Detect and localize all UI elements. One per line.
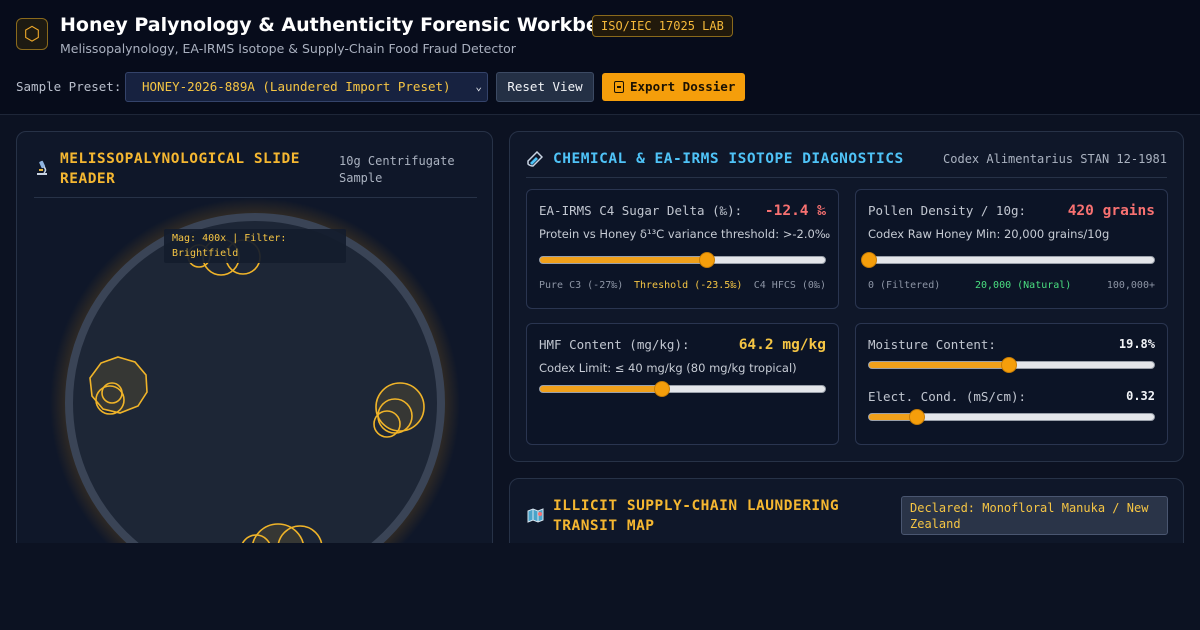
map-icon [527,508,544,523]
c4-sugar-card: EA-IRMS C4 Sugar Delta (‰): -12.4 ‰ Prot… [526,189,839,309]
hmf-slider-thumb[interactable] [654,381,671,397]
reset-view-button[interactable]: Reset View [496,72,594,102]
magnification-overlay: Mag: 400x | Filter: Brightfield [164,229,346,263]
pollen-density-slider-thumb[interactable] [860,252,877,268]
c4-tick-hfcs: C4 HFCS (0‰) [753,280,826,291]
pollen-tick-filtered: 0 (Filtered) [868,280,941,291]
hmf-slider-fill [540,386,663,392]
c4-sugar-slider-thumb[interactable] [698,252,715,268]
filter-text: Brightfield [172,248,239,259]
conductivity-value: 0.32 [1126,389,1155,403]
app-header: ⬡ Honey Palynology & Authenticity Forens… [0,0,1200,115]
diagnostics-panel: CHEMICAL & EA-IRMS ISOTOPE DIAGNOSTICS C… [509,131,1184,462]
pollen-density-label: Pollen Density / 10g: [868,203,1027,218]
magnification-text: Mag: 400x | Filter: [172,233,287,244]
moisture-value: 19.8% [1118,337,1155,351]
hexagon-logo-icon: ⬡ [16,18,48,50]
c4-sugar-slider-fill [540,257,707,263]
pollen-tick-max: 100,000+ [1106,280,1155,291]
hmf-note: Codex Limit: ≤ 40 mg/kg (80 mg/kg tropic… [539,361,797,375]
declared-origin-badge: Declared: Monofloral Manuka / New Zealan… [901,496,1168,535]
document-export-icon [614,81,624,93]
moisture-slider-fill [869,362,1009,368]
chevron-down-icon: ⌄ [475,80,482,93]
hmf-card: HMF Content (mg/kg): 64.2 mg/kg Codex Li… [526,323,839,445]
panel-divider [526,177,1167,178]
hmf-label: HMF Content (mg/kg): [539,337,690,352]
hmf-slider-track[interactable] [539,385,826,393]
pollen-tick-natural: 20,000 (Natural) [975,280,1072,291]
sample-meta-line1: 10g Centrifugate [339,154,455,168]
transit-map-title-line1: ILLICIT SUPPLY-CHAIN LAUNDERING [553,498,840,514]
app-title: Honey Palynology & Authenticity Forensic… [60,14,638,36]
pollen-density-card: Pollen Density / 10g: 420 grains Codex R… [855,189,1168,309]
codex-standard-label: Codex Alimentarius STAN 12-1981 [943,152,1167,166]
pollen-density-slider-track[interactable] [868,256,1155,264]
c4-sugar-slider-track[interactable] [539,256,826,264]
moisture-slider-thumb[interactable] [1000,357,1017,373]
c4-sugar-note: Protein vs Honey δ¹³C variance threshold… [539,227,831,241]
c4-tick-threshold: Threshold (-23.5‰) [634,280,743,291]
diagnostics-title: CHEMICAL & EA-IRMS ISOTOPE DIAGNOSTICS [553,151,904,167]
sample-preset-label: Sample Preset: [16,79,122,94]
c4-sugar-value: -12.4 ‰ [764,203,826,219]
test-tube-icon [527,151,543,167]
lab-accreditation-badge: ISO/IEC 17025 LAB [592,15,733,37]
slide-reader-title-line2: READER [60,171,116,187]
slide-reader-title-line1: MELISSOPALYNOLOGICAL SLIDE [60,151,300,167]
moisture-label: Moisture Content: [868,337,996,352]
sample-meta-line2: Sample [339,171,383,185]
c4-tick-pure-c3: Pure C3 (-27‰) [539,280,624,291]
export-dossier-label: Export Dossier [630,79,736,94]
moisture-conductivity-card: Moisture Content: 19.8% Elect. Cond. (mS… [855,323,1168,445]
c4-sugar-label: EA-IRMS C4 Sugar Delta (‰): [539,203,743,218]
app-subtitle: Melissopalynology, EA-IRMS Isotope & Sup… [60,41,516,56]
transit-map-title-line2: TRANSIT MAP [553,518,655,534]
sample-preset-select[interactable]: HONEY-2026-889A (Laundered Import Preset… [125,72,488,102]
microscope-icon [37,160,47,175]
sample-preset-value: HONEY-2026-889A (Laundered Import Preset… [142,79,451,94]
export-dossier-button[interactable]: Export Dossier [602,73,745,101]
conductivity-slider-thumb[interactable] [908,409,925,425]
pollen-density-note: Codex Raw Honey Min: 20,000 grains/10g [868,227,1110,241]
hmf-value: 64.2 mg/kg [738,337,826,353]
viewport-bottom-area [0,543,1200,630]
pollen-density-value: 420 grains [1067,203,1155,219]
conductivity-label: Elect. Cond. (mS/cm): [868,389,1027,404]
